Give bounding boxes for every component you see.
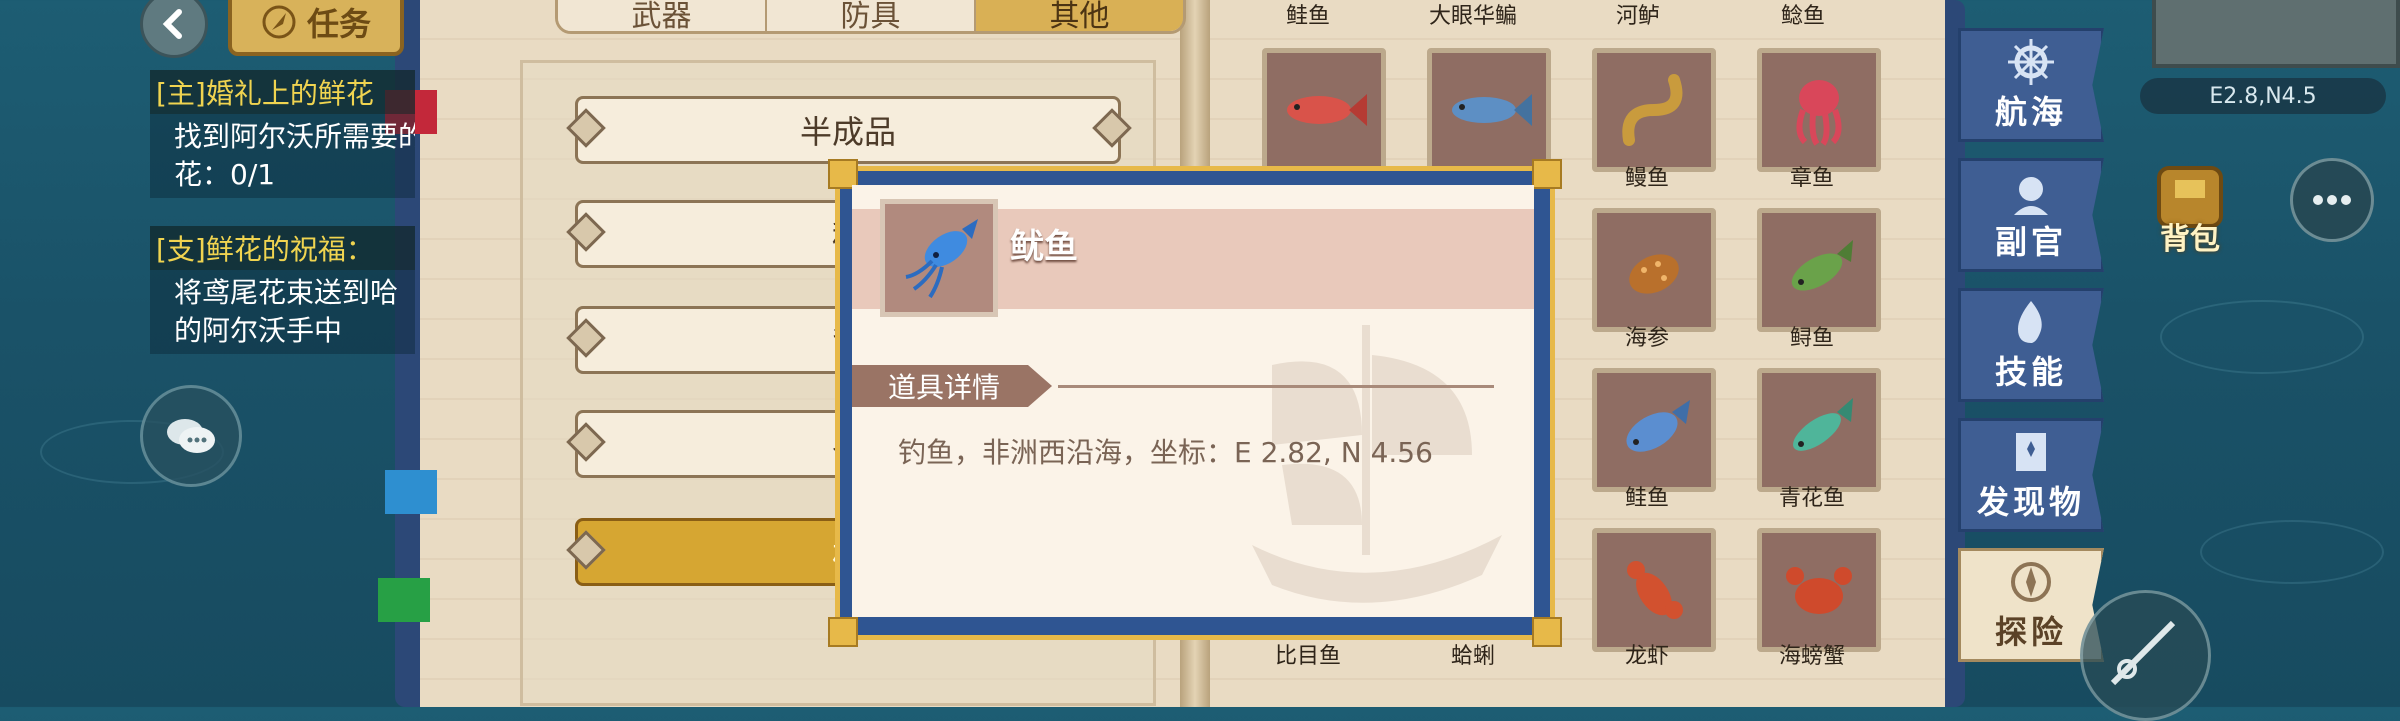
quest-desc-line: 找到阿尔沃所需要的 xyxy=(174,120,415,153)
quill-icon xyxy=(262,5,296,39)
popup-body: 鱿鱼 道具详情 钓鱼，非洲西沿海，坐标：E 2.82, N 4.56 xyxy=(852,185,1534,617)
fish-slot-eel[interactable] xyxy=(1592,48,1716,172)
fish-label: 海参 xyxy=(1624,326,1669,351)
fish-label: 鲟鱼 xyxy=(1789,326,1834,351)
eel-icon xyxy=(1622,74,1683,146)
fish-slot-sea-cucumber[interactable] xyxy=(1592,208,1716,332)
side-nav-label: 副官 xyxy=(1994,223,2067,261)
fish-label: 蛤蜊 xyxy=(1450,644,1495,669)
bag-label: 背包 xyxy=(2160,222,2220,257)
helm-icon xyxy=(2008,39,2054,85)
sea-wave xyxy=(2200,520,2384,584)
chat-icon xyxy=(167,419,215,453)
bag-button[interactable]: 背包 xyxy=(2135,150,2245,260)
book-icon xyxy=(2016,433,2046,471)
bookmark-green[interactable] xyxy=(378,578,430,622)
quest-item[interactable]: [支]鲜花的祝福： 将鸢尾花束送到哈 的阿尔沃手中 xyxy=(150,226,415,354)
quest-desc-line: 将鸢尾花束送到哈 xyxy=(174,276,399,309)
fish-label: 章鱼 xyxy=(1789,166,1834,191)
side-nav-label: 探险 xyxy=(1994,613,2067,651)
fish-slot-lobster[interactable] xyxy=(1592,528,1716,652)
side-nav-skills[interactable]: 技能 xyxy=(1958,288,2104,402)
quest-desc-line: 花：0/1 xyxy=(174,158,276,191)
quest-tab[interactable]: 任务 xyxy=(228,0,404,56)
fish-label: 比目鱼 xyxy=(1274,644,1341,669)
fish-label: 河鲈 xyxy=(1615,4,1660,29)
quest-tab-label: 任务 xyxy=(306,5,371,43)
fish-slot[interactable] xyxy=(1262,48,1386,172)
fishing-rod-icon xyxy=(2110,620,2176,686)
octopus-icon xyxy=(1796,80,1842,146)
popup-corner xyxy=(1532,159,1562,189)
item-detail-popup: 鱿鱼 道具详情 钓鱼，非洲西沿海，坐标：E 2.82, N 4.56 xyxy=(828,159,1562,647)
tab-other[interactable]: 其他 xyxy=(976,0,1183,31)
crab-icon xyxy=(1786,567,1852,614)
fish-label: 龙虾 xyxy=(1624,644,1669,669)
tab-armor[interactable]: 防具 xyxy=(767,0,976,31)
salmon-icon xyxy=(1626,400,1690,452)
squid-icon xyxy=(905,219,978,299)
quest-desc-line: 的阿尔沃手中 xyxy=(174,314,343,347)
lobster-icon xyxy=(1627,561,1683,619)
fish-slot-octopus[interactable] xyxy=(1757,48,1881,172)
side-nav-label: 发现物 xyxy=(1976,483,2085,521)
fish-slot-sturgeon[interactable] xyxy=(1757,208,1881,332)
more-button[interactable] xyxy=(2290,158,2374,242)
sea-wave xyxy=(2160,300,2364,374)
back-button[interactable] xyxy=(140,0,208,58)
sea-cucumber-icon xyxy=(1629,254,1679,294)
fish-label: 海螃蟹 xyxy=(1778,644,1845,669)
item-name: 鱿鱼 xyxy=(1010,227,1078,267)
section-ribbon: 道具详情 xyxy=(852,365,1052,407)
fish-label: 鳗鱼 xyxy=(1624,166,1669,191)
sturgeon-icon xyxy=(1791,240,1853,291)
quest-item[interactable]: [主]婚礼上的鲜花 找到阿尔沃所需要的 花：0/1 xyxy=(150,70,415,198)
fish-label: 鲶鱼 xyxy=(1780,4,1825,29)
fishing-rod-button[interactable] xyxy=(2080,590,2211,721)
section-title: 道具详情 xyxy=(888,371,1001,404)
fish-slot-mackerel[interactable] xyxy=(1757,368,1881,492)
fish-slot-salmon[interactable] xyxy=(1592,368,1716,492)
red-fish-icon xyxy=(1287,94,1367,126)
mackerel-icon xyxy=(1793,398,1853,451)
category-tabs: 武器 防具 其他 xyxy=(555,0,1186,34)
item-icon-frame xyxy=(880,199,998,317)
item-description: 钓鱼，非洲西沿海，坐标：E 2.82, N 4.56 xyxy=(898,436,1433,469)
tab-weapons[interactable]: 武器 xyxy=(558,0,767,31)
fish-label: 鲑鱼 xyxy=(1624,486,1669,511)
fish-slot[interactable] xyxy=(1427,48,1551,172)
fish-label: 大眼华鳊 xyxy=(1428,4,1517,29)
side-nav-label: 航海 xyxy=(1994,93,2067,131)
officer-icon xyxy=(2014,177,2048,215)
fish-label: 青花鱼 xyxy=(1778,486,1845,511)
blue-fish-icon xyxy=(1452,94,1532,126)
side-nav-sailing[interactable]: 航海 xyxy=(1958,28,2104,142)
side-nav-label: 技能 xyxy=(1994,353,2067,391)
popup-corner xyxy=(1532,617,1562,647)
fish-label: 鲑鱼 xyxy=(1285,4,1330,29)
coordinates-display: E2.8,N4.5 xyxy=(2140,78,2386,114)
side-nav-officer[interactable]: 副官 xyxy=(1958,158,2104,272)
section-divider xyxy=(1058,385,1494,388)
subcategory-item[interactable]: 半成品 xyxy=(575,96,1121,164)
flame-icon xyxy=(2018,301,2042,343)
fish-slot-crab[interactable] xyxy=(1757,528,1881,652)
chat-button[interactable] xyxy=(140,385,242,487)
quest-title: [支]鲜花的祝福： xyxy=(150,226,415,270)
popup-corner xyxy=(828,617,858,647)
more-icon xyxy=(2313,195,2351,205)
chevron-left-icon xyxy=(162,9,182,39)
side-nav-discoveries[interactable]: 发现物 xyxy=(1958,418,2104,532)
bookmark-blue[interactable] xyxy=(385,470,437,514)
minimap[interactable] xyxy=(2152,0,2400,68)
quest-title: [主]婚礼上的鲜花 xyxy=(150,70,415,114)
compass-icon xyxy=(2011,562,2051,602)
